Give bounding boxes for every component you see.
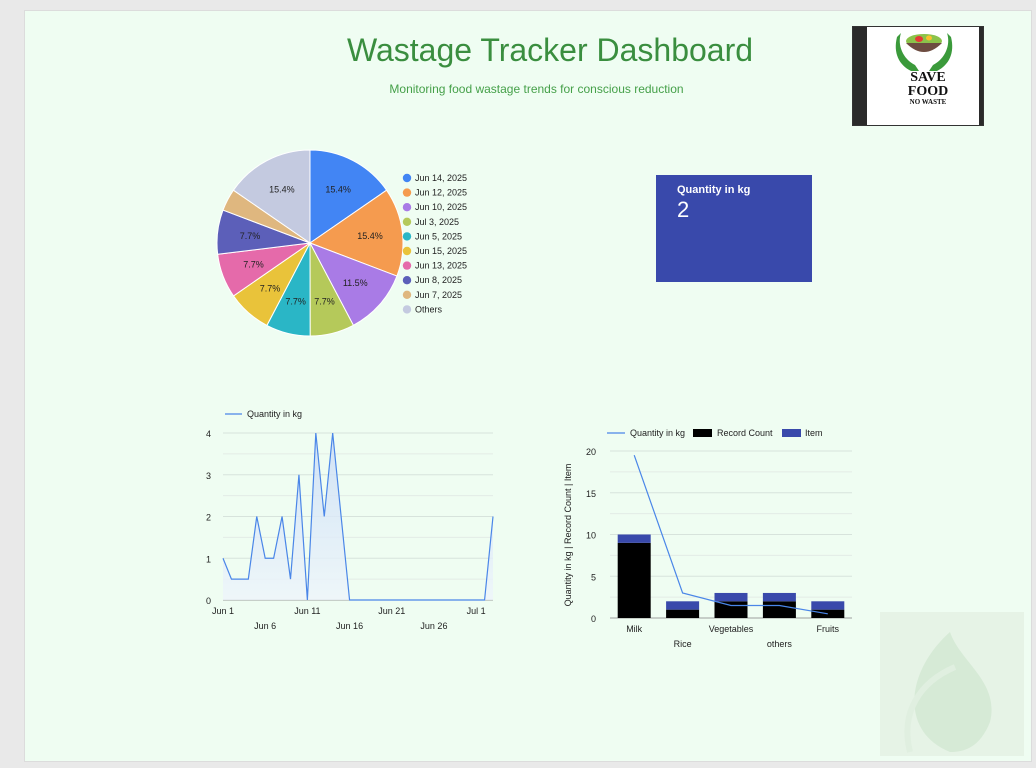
bar-chart[interactable]: Quantity in kg Record Count Item Quantity i… xyxy=(560,422,860,652)
bar-item[interactable] xyxy=(762,592,796,602)
legend-label: Jul 3, 2025 xyxy=(415,217,459,227)
bar-item[interactable] xyxy=(811,601,845,610)
legend-label: Jun 7, 2025 xyxy=(415,290,462,300)
legend-swatch xyxy=(402,305,412,314)
logo-text: SAVE FOOD xyxy=(907,70,949,99)
legend-swatch xyxy=(402,203,412,212)
x-tick-label: Jun 1 xyxy=(212,606,234,616)
x-tick-label: Jun 16 xyxy=(336,621,363,631)
legend-label: Quantity in kg xyxy=(247,409,302,419)
line-chart[interactable]: Quantity in kg 0 1 2 3 4 Jun 1 Jun 11 Jun 21 Jul … xyxy=(195,405,515,635)
x-tick-label: Jun 6 xyxy=(254,621,276,631)
bar-record-count[interactable] xyxy=(617,542,651,618)
bar-record-count[interactable] xyxy=(762,601,796,618)
pie-slice-label: 11.5% xyxy=(343,278,368,288)
pie-slice-label: 15.4% xyxy=(269,184,295,194)
x-tick-label: Vegetables xyxy=(709,624,754,634)
legend-label: Record Count xyxy=(717,428,773,438)
y-tick-label: 2 xyxy=(206,513,211,523)
kpi-value: 2 xyxy=(677,197,690,222)
y-tick-label: 4 xyxy=(206,429,211,439)
y-tick-label: 20 xyxy=(586,447,596,457)
bar-item[interactable] xyxy=(714,592,748,602)
legend-swatch xyxy=(693,429,712,437)
legend-label: Jun 10, 2025 xyxy=(415,202,467,212)
y-tick-label: 10 xyxy=(586,531,596,541)
y-tick-label: 0 xyxy=(591,614,596,624)
pie-slice-label: 7.7% xyxy=(285,297,306,307)
legend-label: Quantity in kg xyxy=(630,428,685,438)
legend-swatch xyxy=(402,261,412,270)
legend-label: Jun 5, 2025 xyxy=(415,231,462,241)
legend-label: Jun 15, 2025 xyxy=(415,246,467,256)
kpi-label: Quantity in kg xyxy=(677,184,751,196)
y-tick-label: 5 xyxy=(591,572,596,582)
legend-swatch xyxy=(402,217,412,226)
legend-swatch xyxy=(402,232,412,241)
pie-slice-label: 7.7% xyxy=(260,283,281,293)
x-tick-label: others xyxy=(767,639,793,649)
save-food-logo: SAVE FOOD NO WASTE xyxy=(852,26,984,126)
pie-slice-label: 15.4% xyxy=(325,184,351,194)
y-tick-label: 0 xyxy=(206,596,211,606)
y-tick-label: 15 xyxy=(586,489,596,499)
bar-record-count[interactable] xyxy=(811,609,845,618)
bar-record-count[interactable] xyxy=(714,601,748,618)
x-tick-label: Milk xyxy=(626,624,642,634)
x-tick-label: Jul 1 xyxy=(467,606,486,616)
legend-swatch xyxy=(402,276,412,285)
x-tick-label: Jun 11 xyxy=(294,606,320,616)
pie-slice-label: 7.7% xyxy=(314,297,335,307)
bar-item[interactable] xyxy=(666,601,700,610)
bar-item[interactable] xyxy=(617,534,651,543)
y-tick-label: 1 xyxy=(206,554,211,564)
legend-label: Others xyxy=(415,304,443,314)
legend-swatch xyxy=(402,290,412,299)
legend-swatch xyxy=(402,173,412,183)
bar-record-count[interactable] xyxy=(666,609,700,618)
legend-label: Jun 14, 2025 xyxy=(415,173,467,183)
legend-swatch xyxy=(782,429,801,437)
leaf-icon xyxy=(904,632,992,753)
pie-chart[interactable]: 15.4% Jun 14, 2025 15.4% Jun 12, 2025 11.5% J… xyxy=(200,145,500,345)
legend-label: Jun 13, 2025 xyxy=(415,261,467,271)
x-tick-label: Jun 21 xyxy=(378,606,405,616)
legend-label: Jun 8, 2025 xyxy=(415,275,462,285)
y-tick-label: 3 xyxy=(206,471,211,481)
x-tick-label: Fruits xyxy=(817,624,840,634)
leaf-decoration xyxy=(880,612,1024,756)
legend-swatch xyxy=(402,188,412,197)
pie-slice-label: 7.7% xyxy=(240,231,261,241)
logo-tagline: NO WASTE xyxy=(909,98,947,106)
x-tick-label: Jun 26 xyxy=(420,621,447,631)
legend-label: Jun 12, 2025 xyxy=(415,188,467,198)
pie-slice-label: 15.4% xyxy=(357,231,383,241)
legend-swatch xyxy=(402,246,412,256)
x-tick-label: Rice xyxy=(674,639,692,649)
y-axis-label: Quantity in kg | Record Count | Item xyxy=(563,464,573,607)
legend-label: Item xyxy=(805,428,823,438)
pie-slice-label: 7.7% xyxy=(243,259,264,269)
kpi-scorecard[interactable]: Quantity in kg 2 xyxy=(656,175,812,282)
